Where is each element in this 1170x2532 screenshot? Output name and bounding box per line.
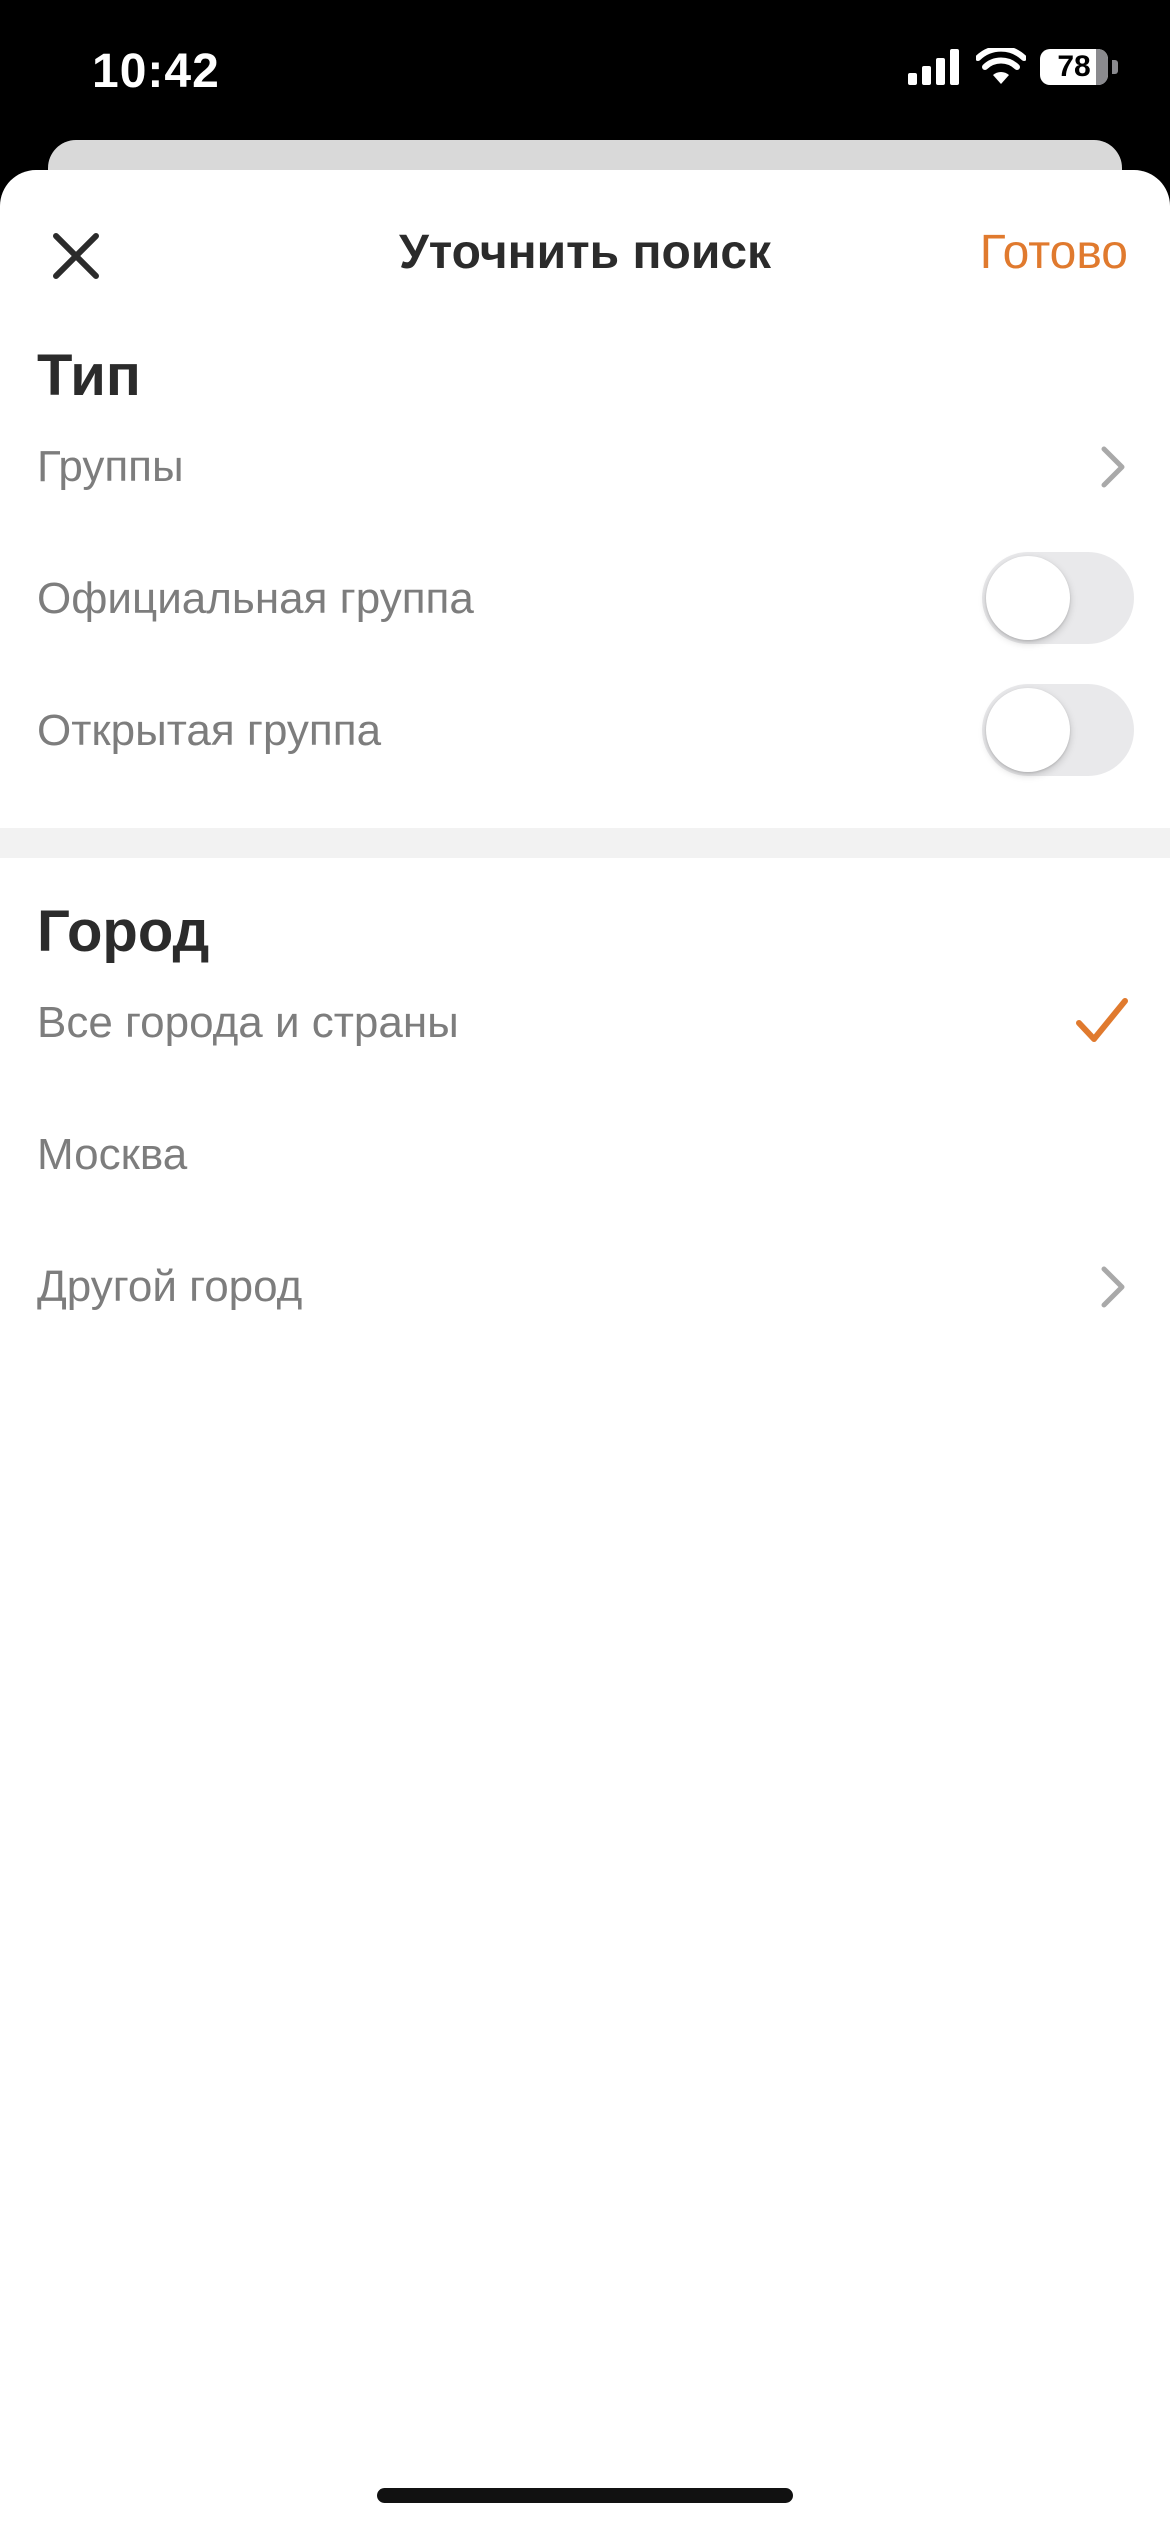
chevron-right-icon: [1101, 446, 1125, 488]
toggle-knob: [986, 556, 1070, 640]
battery-nub: [1112, 60, 1118, 74]
status-icons: 78: [908, 48, 1118, 86]
section-separator: [0, 828, 1170, 858]
row-open-group-label: Открытая группа: [37, 706, 382, 755]
row-groups[interactable]: Группы: [0, 401, 1170, 533]
checkmark-icon: [1076, 998, 1128, 1042]
row-moscow[interactable]: Москва: [0, 1089, 1170, 1221]
navigation-bar: Уточнить поиск Готово: [0, 170, 1170, 340]
status-time: 10:42: [92, 45, 220, 98]
official-group-toggle[interactable]: [982, 552, 1134, 644]
battery-empty-portion: [1096, 49, 1108, 85]
done-button[interactable]: Готово: [980, 225, 1128, 280]
battery-icon: 78: [1040, 49, 1108, 85]
row-other-city-label: Другой город: [37, 1262, 303, 1311]
row-official-group-label: Официальная группа: [37, 574, 474, 623]
wifi-icon: [976, 48, 1026, 84]
status-bar: 10:42 78: [0, 0, 1170, 140]
battery-level: 78: [1057, 50, 1091, 83]
section-title-type: Тип: [37, 343, 141, 408]
section-title-city: Город: [37, 899, 210, 964]
open-group-toggle[interactable]: [982, 684, 1134, 776]
cellular-signal-icon: [908, 49, 959, 85]
toggle-knob: [986, 688, 1070, 772]
row-official-group: Официальная группа: [0, 533, 1170, 665]
row-moscow-label: Москва: [37, 1130, 188, 1179]
chevron-right-icon: [1101, 1266, 1125, 1308]
row-all-cities-label: Все города и страны: [37, 998, 459, 1047]
refine-search-sheet: Уточнить поиск Готово Тип Группы Официал…: [0, 170, 1170, 2532]
row-groups-label: Группы: [37, 442, 184, 491]
row-open-group: Открытая группа: [0, 665, 1170, 797]
row-all-cities[interactable]: Все города и страны: [0, 957, 1170, 1089]
home-indicator[interactable]: [377, 2488, 793, 2503]
row-other-city[interactable]: Другой город: [0, 1221, 1170, 1353]
